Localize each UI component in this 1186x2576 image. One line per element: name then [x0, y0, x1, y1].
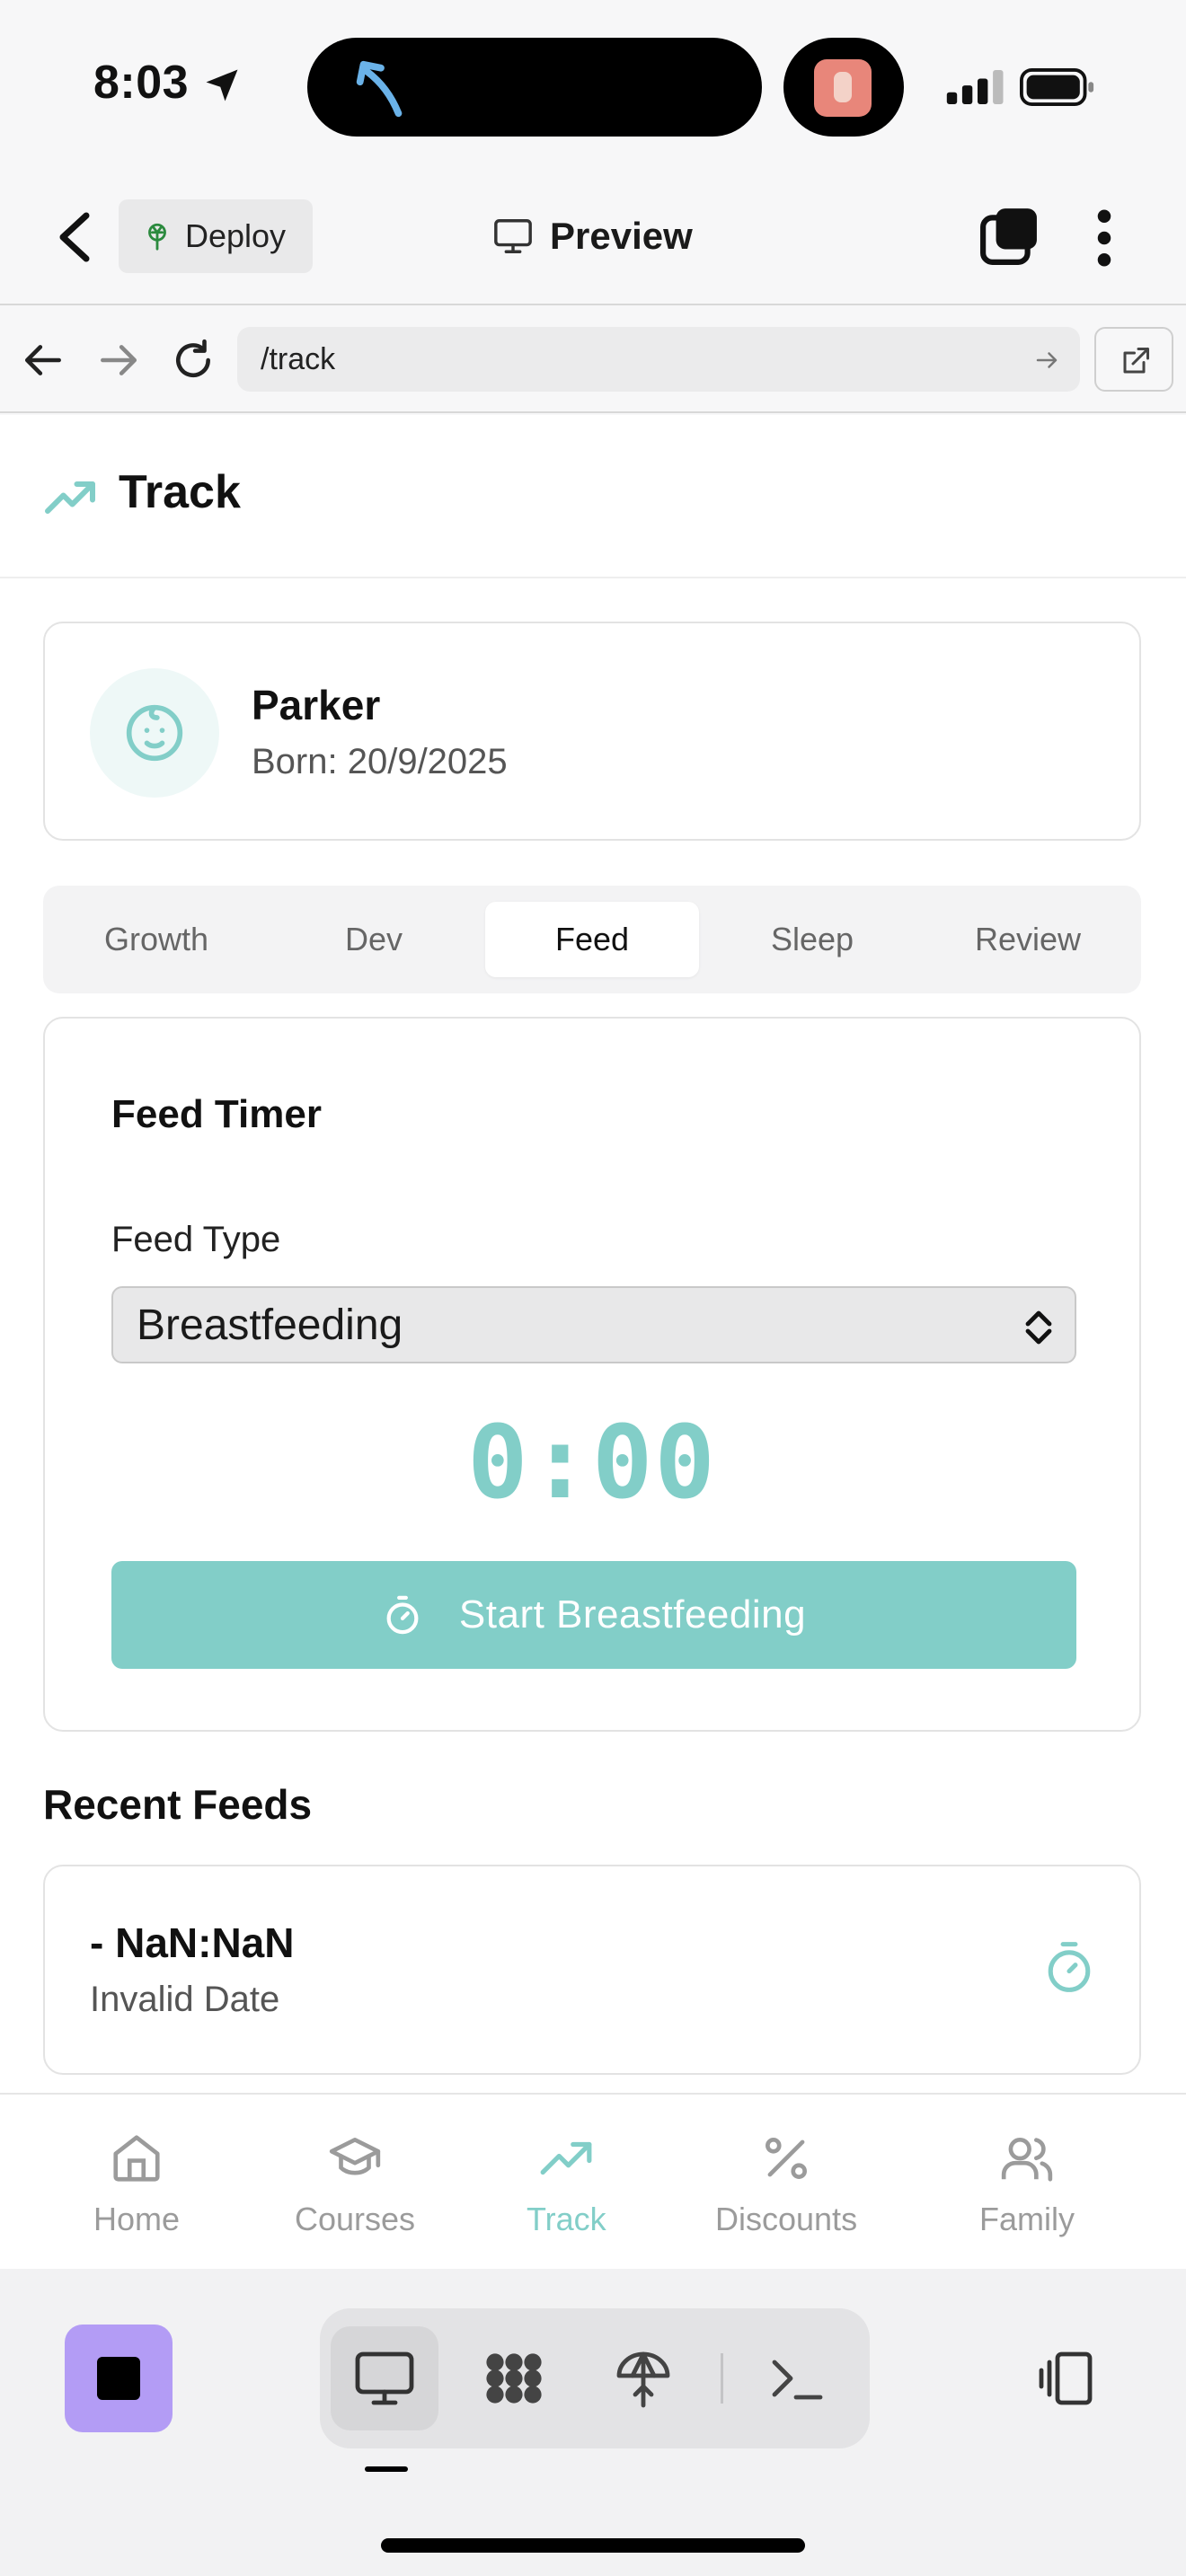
- baby-face-icon: [126, 704, 183, 762]
- feed-date: Invalid Date: [90, 1980, 280, 2019]
- cellular-signal-icon: [946, 70, 1004, 104]
- terminal-view-button[interactable]: [742, 2326, 850, 2430]
- grid-blobs-icon: [486, 2353, 542, 2404]
- bottom-nav: Home Courses Track Discounts Family: [0, 2093, 1186, 2269]
- timer-display: 0:00: [467, 1405, 717, 1522]
- deploy-label: Deploy: [185, 217, 287, 254]
- dynamic-island: [307, 38, 762, 137]
- child-name: Parker: [252, 682, 381, 728]
- refresh-icon[interactable]: [171, 338, 216, 383]
- apps-view-button[interactable]: [460, 2326, 568, 2430]
- recent-feeds-title: Recent Feeds: [43, 1781, 313, 1828]
- deploy-tree-icon: [616, 2351, 670, 2408]
- timer-icon: [1048, 1942, 1091, 1992]
- deploy-button[interactable]: Deploy: [119, 199, 313, 273]
- nav-courses-label: Courses: [295, 2201, 416, 2237]
- nav-family[interactable]: Family: [979, 2130, 1075, 2238]
- feed-list-item[interactable]: - NaN:NaN Invalid Date: [43, 1865, 1141, 2075]
- nav-discounts-label: Discounts: [715, 2201, 858, 2237]
- deploy-view-button[interactable]: [589, 2326, 697, 2430]
- terminal-icon: [772, 2360, 823, 2400]
- tab-feed[interactable]: Feed: [485, 902, 699, 977]
- tracker-tabs: Growth Dev Feed Sleep Review: [43, 886, 1141, 993]
- stop-button[interactable]: [65, 2325, 173, 2432]
- feed-duration: - NaN:NaN: [90, 1919, 295, 1966]
- start-feed-button[interactable]: Start Breastfeeding: [111, 1561, 1076, 1669]
- feed-timer-card: Feed Timer Feed Type Breastfeeding 0:00 …: [43, 1017, 1141, 1732]
- users-icon: [1001, 2138, 1053, 2182]
- url-text: /track: [261, 341, 336, 376]
- nav-home-label: Home: [93, 2201, 181, 2237]
- avatar: [90, 668, 219, 798]
- url-input[interactable]: /track: [237, 327, 1080, 392]
- browser-bar: /track: [0, 307, 1186, 413]
- nav-track-label: Track: [527, 2201, 606, 2237]
- active-view-indicator: [365, 2466, 408, 2472]
- preview-label: Preview: [550, 215, 693, 257]
- monitor-icon: [355, 2351, 414, 2405]
- arrow-right-icon[interactable]: [95, 338, 140, 383]
- external-link-icon: [1123, 348, 1149, 374]
- trending-up-icon: [45, 481, 95, 514]
- more-vertical-icon[interactable]: [1091, 208, 1118, 268]
- location-arrow-icon: [206, 69, 238, 101]
- preview-title[interactable]: Preview: [492, 207, 693, 266]
- back-arrow-icon: [356, 60, 403, 118]
- nav-family-label: Family: [979, 2201, 1075, 2237]
- preview-view-button[interactable]: [331, 2326, 438, 2430]
- status-time: 8:03: [93, 57, 190, 109]
- feed-type-select[interactable]: Breastfeeding: [111, 1286, 1076, 1363]
- timer-icon: [386, 1595, 419, 1635]
- arrow-left-icon[interactable]: [22, 338, 66, 383]
- app-icon: [814, 59, 872, 117]
- page-content: Track Parker Born: 20/9/2025 Growth Dev …: [0, 415, 1186, 2093]
- nav-courses[interactable]: Courses: [295, 2130, 415, 2238]
- percent-icon: [766, 2138, 808, 2179]
- feed-type-label: Feed Type: [111, 1220, 281, 1259]
- view-switcher: [320, 2308, 870, 2448]
- monitor-icon: [494, 219, 532, 253]
- home-icon: [113, 2135, 160, 2182]
- status-bar: 8:03: [0, 0, 1186, 171]
- battery-icon: [1020, 68, 1094, 106]
- feed-type-value: Breastfeeding: [137, 1301, 403, 1349]
- home-indicator: [381, 2538, 805, 2553]
- child-birthdate: Born: 20/9/2025: [252, 742, 508, 781]
- child-card[interactable]: Parker Born: 20/9/2025: [43, 622, 1141, 841]
- trending-up-icon: [540, 2141, 592, 2175]
- divider: [721, 2353, 723, 2404]
- side-panel-icon[interactable]: [1033, 2346, 1098, 2411]
- deploy-icon: [148, 223, 166, 251]
- ide-toolbar: [0, 2269, 1186, 2576]
- open-external-button[interactable]: [1094, 327, 1173, 392]
- back-chevron-icon[interactable]: [54, 210, 93, 264]
- tab-dev[interactable]: Dev: [270, 902, 478, 977]
- app-header: Deploy Preview: [0, 171, 1186, 305]
- tabs-icon[interactable]: [979, 207, 1039, 266]
- start-feed-label: Start Breastfeeding: [458, 1592, 807, 1636]
- nav-home[interactable]: Home: [93, 2130, 180, 2238]
- nav-track[interactable]: Track: [527, 2130, 606, 2238]
- feed-timer-title: Feed Timer: [111, 1092, 322, 1136]
- tab-growth[interactable]: Growth: [52, 902, 261, 977]
- tab-review[interactable]: Review: [924, 902, 1132, 977]
- page-title: Track: [119, 466, 241, 518]
- chevron-up-down-icon: [1025, 1310, 1052, 1345]
- tab-sleep[interactable]: Sleep: [708, 902, 916, 977]
- page-header: Track: [0, 415, 1186, 578]
- live-activity[interactable]: [783, 38, 904, 137]
- graduation-cap-icon: [329, 2138, 381, 2175]
- go-arrow-icon[interactable]: [1033, 347, 1060, 374]
- nav-discounts[interactable]: Discounts: [715, 2130, 857, 2238]
